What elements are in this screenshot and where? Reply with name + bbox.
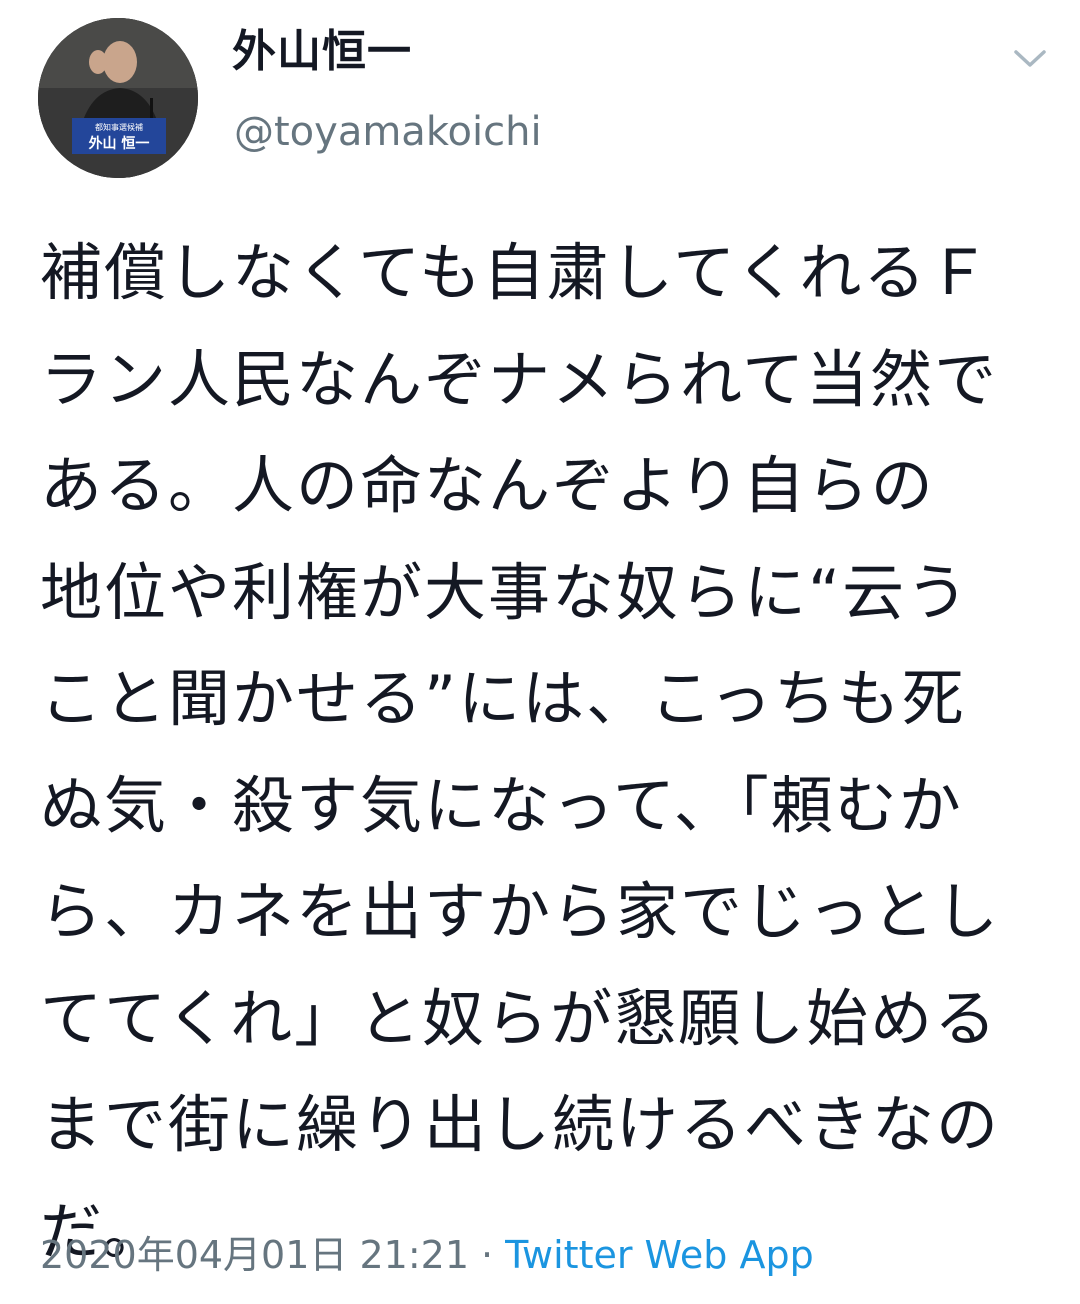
tweet-source-link[interactable]: Twitter Web App	[505, 1233, 814, 1277]
nameplate-name: 外山 恒一	[89, 135, 150, 152]
tweet-text-line: 補償しなくても自粛してくれるＦ	[40, 236, 992, 309]
tweet-timestamp[interactable]: 2020年04月01日 21:21	[40, 1233, 469, 1277]
user-handle[interactable]: @toyamakoichi	[234, 112, 542, 152]
nameplate-caption: 都知事選候補	[95, 122, 143, 132]
tweet-text-line: ら、カネを出すから家でじっとし	[40, 875, 1001, 948]
tweet-text-line: こと聞かせる”には、こっちも死	[40, 662, 966, 735]
display-name[interactable]: 外山恒一	[232, 30, 412, 74]
tweet-menu-button[interactable]	[1010, 44, 1050, 72]
avatar[interactable]: 都知事選候補 外山 恒一	[38, 18, 198, 178]
tweet-text-line: ててくれ」と奴らが懇願し始める	[40, 981, 999, 1055]
tweet-text-line: ラン人民なんぞナメられて当然で	[40, 342, 999, 416]
profile-photo-avatar: 都知事選候補 外山 恒一	[38, 18, 198, 178]
meta-separator: ·	[481, 1233, 494, 1277]
tweet-text: 補償しなくても自粛してくれるＦ ラン人民なんぞナメられて当然で ある。人の命なん…	[40, 220, 1040, 1285]
tweet-text-line: ぬ気・殺す気になって、「頼むか	[40, 768, 963, 842]
tweet-meta: 2020年04月01日 21:21 · Twitter Web App	[40, 1236, 814, 1274]
chevron-down-icon	[1014, 50, 1046, 67]
tweet-card: 都知事選候補 外山 恒一 外山恒一 @toyamakoichi 補償しなくても自…	[0, 0, 1080, 1304]
tweet-text-line: ある。人の命なんぞより自らの	[40, 449, 935, 522]
tweet-text-line: まで街に繰り出し続けるべきなの	[40, 1088, 1001, 1161]
tweet-text-line: 地位や利権が大事な奴らに“云う	[40, 555, 971, 629]
